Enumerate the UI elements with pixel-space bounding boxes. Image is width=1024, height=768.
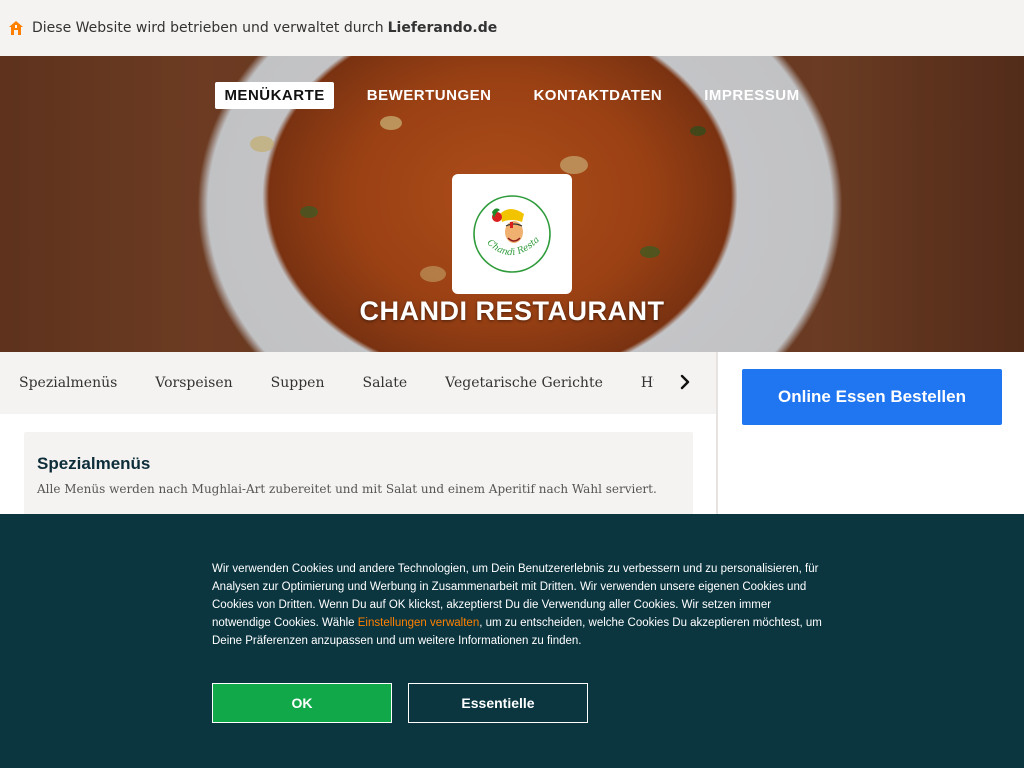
category-huhner[interactable]: Hühne [641,375,654,391]
category-list: Spezialmenüs Vorspeisen Suppen Salate Ve… [0,375,654,391]
category-suppen[interactable]: Suppen [271,375,325,391]
chevron-right-icon[interactable] [678,373,692,391]
main-nav: MENÜKARTE BEWERTUNGEN KONTAKTDATEN IMPRE… [0,82,1024,109]
operator-banner: Diese Website wird betrieben und verwalt… [0,0,1024,56]
nav-kontaktdaten[interactable]: KONTAKTDATEN [524,82,671,109]
category-salate[interactable]: Salate [362,375,407,391]
category-vorspeisen[interactable]: Vorspeisen [155,375,232,391]
restaurant-name: CHANDI RESTAURANT [359,296,665,326]
hero-banner: MENÜKARTE BEWERTUNGEN KONTAKTDATEN IMPRE… [0,56,1024,352]
operator-text: Diese Website wird betrieben und verwalt… [32,20,384,36]
section-title: Spezialmenüs [37,454,151,473]
category-bar: Spezialmenüs Vorspeisen Suppen Salate Ve… [0,352,716,414]
restaurant-logo: Chandi Restaurant [452,174,572,294]
house-icon [9,21,23,35]
cookie-text: Wir verwenden Cookies und andere Technol… [212,560,822,650]
category-vegetarische-gerichte[interactable]: Vegetarische Gerichte [445,375,603,391]
nav-bewertungen[interactable]: BEWERTUNGEN [358,82,501,109]
section-description: Alle Menüs werden nach Mughlai-Art zuber… [37,482,657,496]
category-spezialmenus[interactable]: Spezialmenüs [19,375,117,391]
cookie-essential-button[interactable]: Essentielle [408,683,588,723]
lieferando-link[interactable]: Lieferando.de [388,20,498,36]
nav-menukarte[interactable]: MENÜKARTE [215,82,334,109]
manage-settings-link[interactable]: Einstellungen verwalten [358,617,479,629]
cookie-ok-button[interactable]: OK [212,683,392,723]
cookie-banner: Wir verwenden Cookies und andere Technol… [0,514,1024,768]
order-online-button[interactable]: Online Essen Bestellen [742,369,1002,425]
nav-impressum[interactable]: IMPRESSUM [695,82,808,109]
restaurant-logo-image: Chandi Restaurant [470,192,551,273]
